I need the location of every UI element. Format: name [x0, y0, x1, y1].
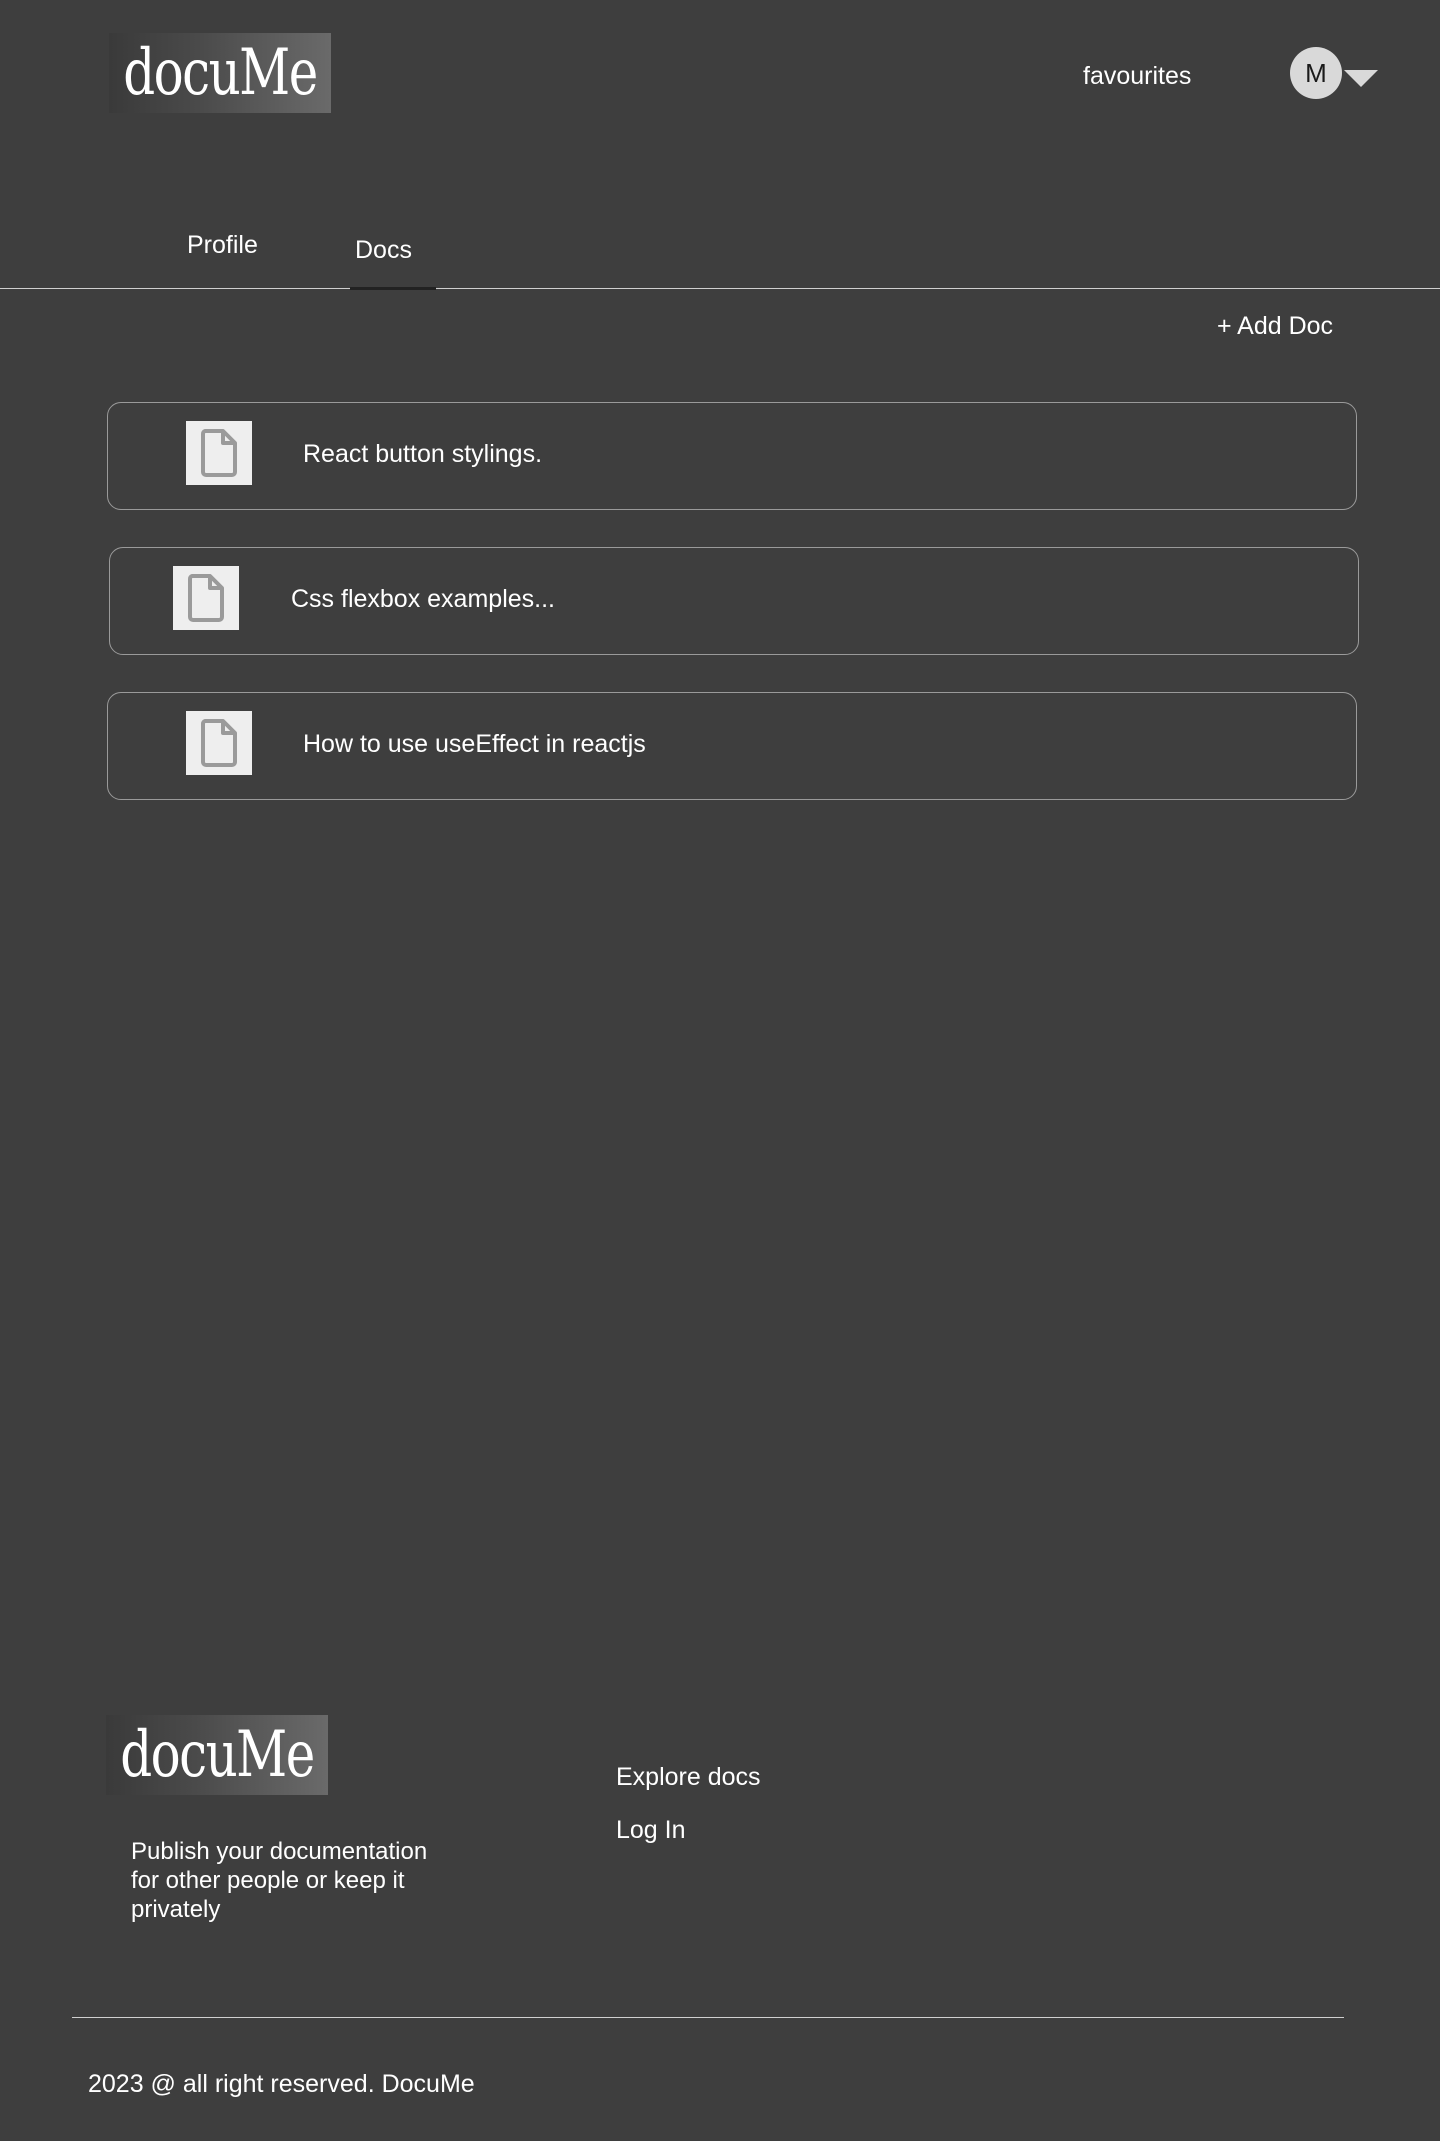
document-icon: [186, 711, 252, 775]
tab-profile[interactable]: Profile: [187, 231, 258, 260]
document-icon: [186, 421, 252, 485]
logo-text: docuMe: [123, 36, 318, 110]
doc-title: How to use useEffect in reactjs: [303, 730, 646, 758]
tab-docs-active-indicator: [350, 287, 436, 290]
document-icon: [173, 566, 239, 630]
copyright-text: 2023 @ all right reserved. DocuMe: [88, 2070, 475, 2098]
chevron-down-icon[interactable]: [1344, 70, 1378, 87]
tabs-divider: [0, 288, 1440, 289]
doc-card[interactable]: React button stylings.: [107, 402, 1357, 510]
doc-title: React button stylings.: [303, 440, 543, 468]
favourites-link[interactable]: favourites: [1083, 62, 1191, 91]
footer-link-explore-docs[interactable]: Explore docs: [616, 1763, 761, 1792]
logo-text: docuMe: [120, 1718, 315, 1792]
doc-title: Css flexbox examples...: [291, 585, 555, 613]
add-doc-button[interactable]: + Add Doc: [1217, 312, 1333, 341]
header-logo[interactable]: docuMe: [109, 33, 331, 113]
footer-divider: [72, 2017, 1344, 2018]
doc-card[interactable]: How to use useEffect in reactjs: [107, 692, 1357, 800]
doc-card[interactable]: Css flexbox examples...: [109, 547, 1359, 655]
footer-tagline: Publish your documentation for other peo…: [131, 1838, 428, 1923]
footer-link-log-in[interactable]: Log In: [616, 1816, 686, 1845]
footer-logo[interactable]: docuMe: [106, 1715, 328, 1795]
tab-docs[interactable]: Docs: [355, 236, 412, 265]
avatar[interactable]: M: [1290, 47, 1342, 99]
